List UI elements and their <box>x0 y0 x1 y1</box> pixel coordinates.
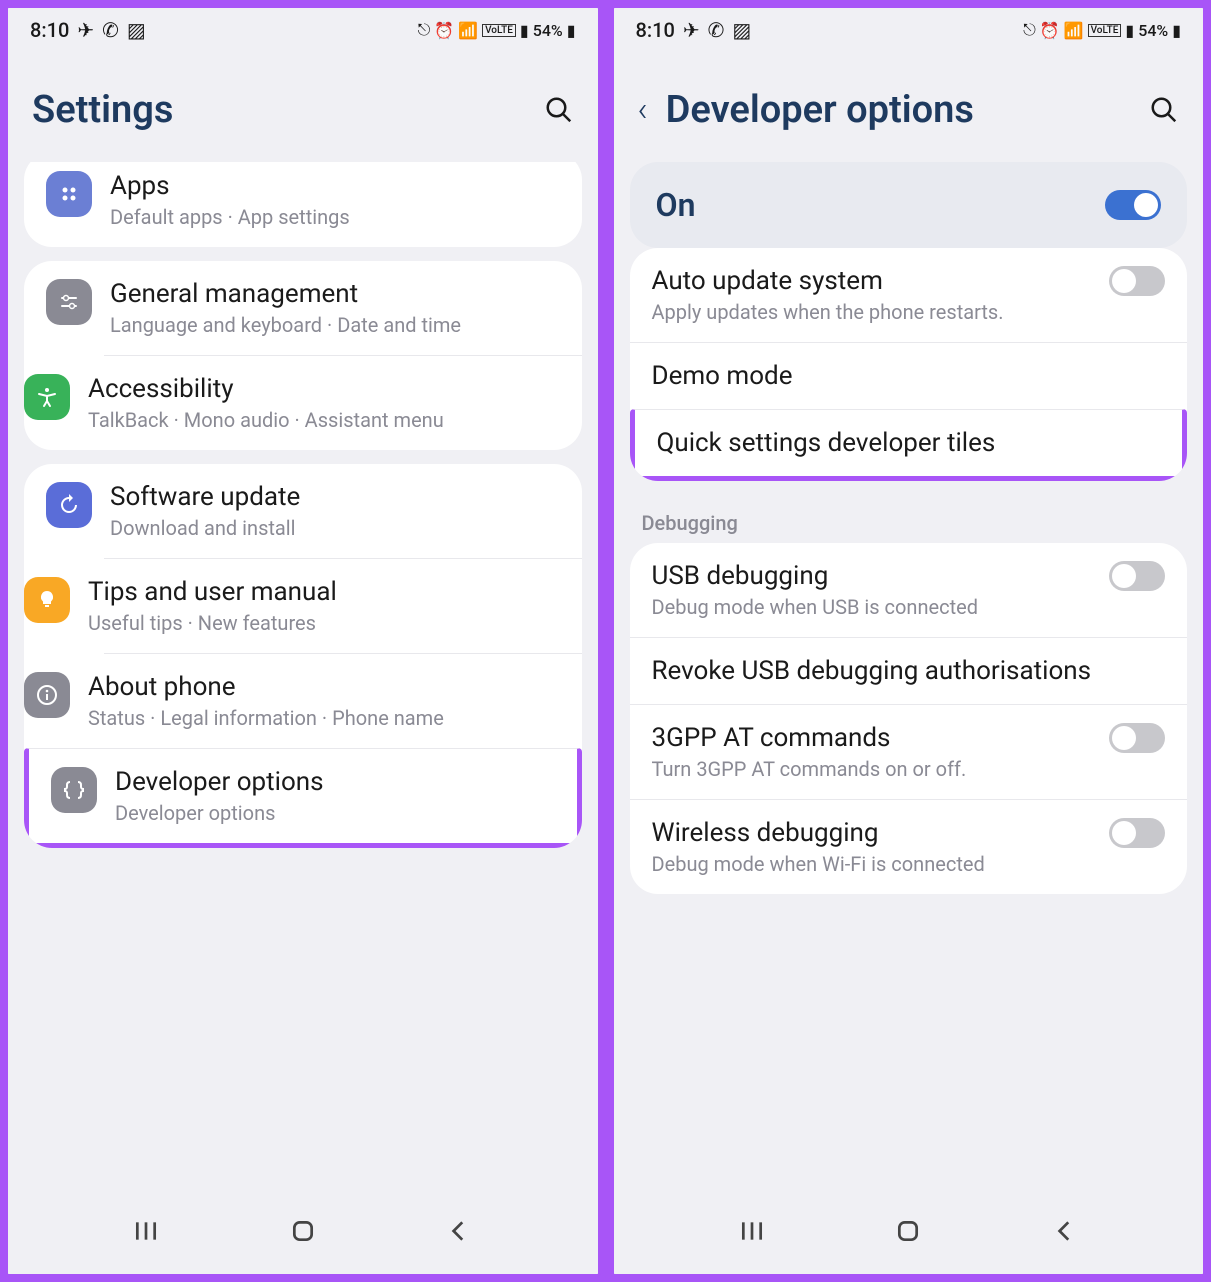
image-icon: ▨ <box>732 18 751 42</box>
row-sub: Debug mode when USB is connected <box>652 595 1092 619</box>
sliders-icon <box>46 279 92 325</box>
status-time: 8:10 <box>30 18 69 42</box>
row-sub: Turn 3GPP AT commands on or off. <box>652 757 1092 781</box>
status-bar: 8:10 ✈ ✆ ▨ ⎋ ⏰ 📶 VoLTE ▮ 54% ▮ <box>614 8 1204 48</box>
settings-list[interactable]: Apps Default apps · App settings General… <box>8 162 598 1188</box>
row-sub: Status · Legal information · Phone name <box>88 706 560 730</box>
row-title: 3GPP AT commands <box>652 723 1092 753</box>
row-title: Accessibility <box>88 374 560 404</box>
back-button[interactable] <box>446 1218 472 1244</box>
battery-saver-icon: ⎋ <box>418 20 431 40</box>
header: ‹ Developer options <box>614 48 1204 162</box>
page-title: Developer options <box>666 88 1149 132</box>
back-button[interactable] <box>1052 1218 1078 1244</box>
battery-pct: 54% <box>1138 21 1168 40</box>
recents-button[interactable] <box>133 1218 159 1244</box>
master-toggle[interactable] <box>1105 190 1161 220</box>
home-button[interactable] <box>290 1218 316 1244</box>
row-sub: Useful tips · New features <box>88 611 560 635</box>
battery-icon: ▮ <box>567 21 576 40</box>
battery-pct: 54% <box>533 21 563 40</box>
developer-options-list[interactable]: Auto update system Apply updates when th… <box>614 248 1204 1188</box>
row-title: General management <box>110 279 560 309</box>
braces-icon <box>51 767 97 813</box>
row-auto-update-system[interactable]: Auto update system Apply updates when th… <box>630 248 1188 342</box>
row-quick-settings-tiles[interactable]: Quick settings developer tiles <box>630 409 1188 481</box>
row-title: Wireless debugging <box>652 818 1092 848</box>
3gpp-toggle[interactable] <box>1109 723 1165 753</box>
row-title: Apps <box>110 171 560 201</box>
apps-icon <box>46 171 92 217</box>
row-sub: Download and install <box>110 516 560 540</box>
row-title: Auto update system <box>652 266 1092 296</box>
bulb-icon <box>24 577 70 623</box>
row-demo-mode[interactable]: Demo mode <box>630 342 1188 409</box>
nav-bar <box>614 1188 1204 1274</box>
search-icon[interactable] <box>544 95 574 125</box>
battery-saver-icon: ⎋ <box>1023 20 1036 40</box>
row-3gpp-at[interactable]: 3GPP AT commands Turn 3GPP AT commands o… <box>630 704 1188 799</box>
phone-developer-options: 8:10 ✈ ✆ ▨ ⎋ ⏰ 📶 VoLTE ▮ 54% ▮ ‹ Develop… <box>611 5 1207 1277</box>
row-revoke-usb[interactable]: Revoke USB debugging authorisations <box>630 637 1188 704</box>
settings-row-about-phone[interactable]: About phone Status · Legal information ·… <box>104 653 582 748</box>
usb-debugging-toggle[interactable] <box>1109 561 1165 591</box>
accessibility-icon <box>24 374 70 420</box>
whatsapp-icon: ✆ <box>102 18 119 42</box>
settings-row-developer-options[interactable]: Developer options Developer options <box>24 748 582 848</box>
row-title: Tips and user manual <box>88 577 560 607</box>
row-title: About phone <box>88 672 560 702</box>
developer-options-master-toggle-row[interactable]: On <box>630 162 1188 248</box>
volte-icon: VoLTE <box>1088 24 1122 37</box>
settings-row-tips[interactable]: Tips and user manual Useful tips · New f… <box>104 558 582 653</box>
info-icon <box>24 672 70 718</box>
page-title: Settings <box>32 88 544 132</box>
signal-icon: ▮ <box>520 21 529 40</box>
status-time: 8:10 <box>636 18 675 42</box>
telegram-icon: ✈ <box>77 18 94 42</box>
telegram-icon: ✈ <box>683 18 700 42</box>
row-title: Quick settings developer tiles <box>657 428 1161 458</box>
settings-row-apps[interactable]: Apps Default apps · App settings <box>24 162 582 247</box>
alarm-icon: ⏰ <box>1040 21 1060 40</box>
battery-icon: ▮ <box>1172 21 1181 40</box>
alarm-icon: ⏰ <box>434 21 454 40</box>
volte-icon: VoLTE <box>482 24 516 37</box>
row-wireless-debugging[interactable]: Wireless debugging Debug mode when Wi-Fi… <box>630 799 1188 894</box>
on-label: On <box>656 186 696 224</box>
row-title: Revoke USB debugging authorisations <box>652 656 1166 686</box>
row-title: USB debugging <box>652 561 1092 591</box>
search-icon[interactable] <box>1149 95 1179 125</box>
settings-row-general-management[interactable]: General management Language and keyboard… <box>24 261 582 355</box>
nav-bar <box>8 1188 598 1274</box>
row-sub: Language and keyboard · Date and time <box>110 313 560 337</box>
auto-update-toggle[interactable] <box>1109 266 1165 296</box>
row-sub: Apply updates when the phone restarts. <box>652 300 1092 324</box>
row-sub: Default apps · App settings <box>110 205 560 229</box>
row-usb-debugging[interactable]: USB debugging Debug mode when USB is con… <box>630 543 1188 637</box>
settings-row-software-update[interactable]: Software update Download and install <box>24 464 582 558</box>
refresh-icon <box>46 482 92 528</box>
back-icon[interactable]: ‹ <box>638 90 648 130</box>
header: Settings <box>8 48 598 162</box>
section-header-debugging: Debugging <box>614 495 1204 543</box>
row-sub: TalkBack · Mono audio · Assistant menu <box>88 408 560 432</box>
image-icon: ▨ <box>127 18 146 42</box>
wifi-icon: 📶 <box>458 21 478 40</box>
row-sub: Developer options <box>115 801 555 825</box>
wireless-debugging-toggle[interactable] <box>1109 818 1165 848</box>
status-bar: 8:10 ✈ ✆ ▨ ⎋ ⏰ 📶 VoLTE ▮ 54% ▮ <box>8 8 598 48</box>
whatsapp-icon: ✆ <box>708 18 725 42</box>
home-button[interactable] <box>895 1218 921 1244</box>
signal-icon: ▮ <box>1125 21 1134 40</box>
recents-button[interactable] <box>739 1218 765 1244</box>
settings-row-accessibility[interactable]: Accessibility TalkBack · Mono audio · As… <box>104 355 582 450</box>
row-title: Developer options <box>115 767 555 797</box>
row-sub: Debug mode when Wi-Fi is connected <box>652 852 1092 876</box>
phone-settings: 8:10 ✈ ✆ ▨ ⎋ ⏰ 📶 VoLTE ▮ 54% ▮ Settings … <box>5 5 601 1277</box>
wifi-icon: 📶 <box>1064 21 1084 40</box>
row-title: Software update <box>110 482 560 512</box>
row-title: Demo mode <box>652 361 1166 391</box>
